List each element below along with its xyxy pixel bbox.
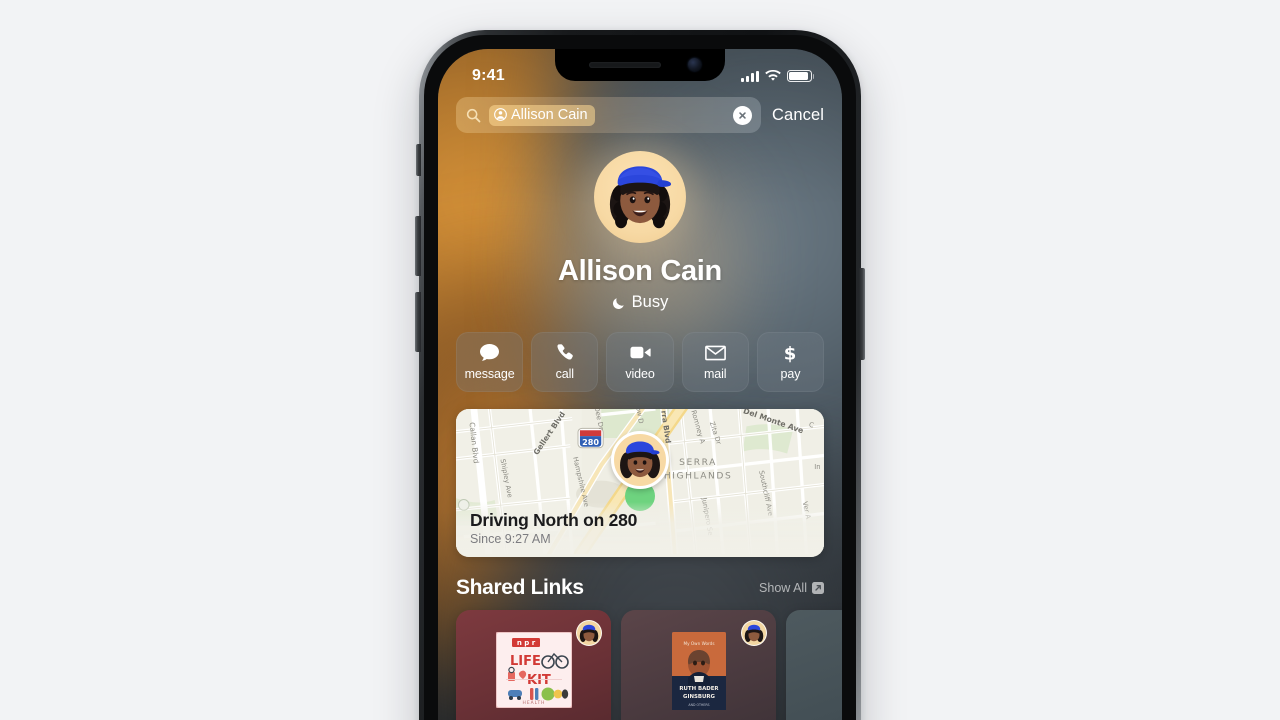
mute-switch[interactable]: [416, 144, 421, 176]
map-card-label: Driving North on 280 Since 9:27 AM: [456, 502, 824, 557]
svg-text:AND OTHERS: AND OTHERS: [688, 703, 709, 707]
book-cover-artwork: My Own Words RUTH BADER GINSBURG AND OTH…: [671, 632, 726, 715]
search-token-label: Allison Cain: [511, 106, 588, 123]
message-bubble-icon: [479, 344, 500, 362]
npr-life-kit-artwork: n p r LIFE KIT HEALTH: [494, 631, 573, 713]
page-title: Allison Cain: [558, 255, 722, 287]
status-bar-time: 9:41: [472, 67, 505, 84]
volume-down-button[interactable]: [415, 292, 421, 352]
front-camera-icon: [688, 58, 701, 71]
svg-text:280: 280: [582, 437, 599, 447]
memoji-avatar: [609, 166, 672, 229]
status-label: Busy: [631, 293, 669, 311]
search-input[interactable]: Allison Cain: [456, 97, 762, 133]
svg-text:GINSBURG: GINSBURG: [683, 694, 715, 700]
svg-text:SERRA: SERRA: [679, 458, 717, 468]
mail-button-label: mail: [703, 366, 727, 381]
clear-circle-icon: [739, 111, 746, 119]
svg-text:HEALTH: HEALTH: [522, 700, 545, 706]
avatar[interactable]: [594, 151, 686, 243]
map-card-subtitle: Since 9:27 AM: [470, 532, 551, 546]
iphone-device-frame: 9:41 Allison Cain Cancel Allison Cain Bu…: [415, 30, 865, 720]
call-button-label: call: [555, 366, 574, 381]
search-bar: Allison Cain Cancel: [438, 97, 842, 133]
pay-button-label: pay: [780, 366, 801, 381]
sender-avatar: [741, 620, 767, 646]
svg-text:n p r: n p r: [516, 639, 535, 647]
status-bar-icons: [741, 70, 815, 82]
profile-header: Allison Cain Busy: [438, 133, 842, 312]
cancel-button[interactable]: Cancel: [772, 106, 824, 125]
location-map-card[interactable]: 280 Callan Blvd Shipley Ave Gellert Blvd…: [456, 409, 824, 557]
phone-icon: [554, 344, 575, 362]
message-button-label: message: [464, 366, 515, 381]
sender-avatar: [576, 620, 602, 646]
shared-link-card[interactable]: SOUR Olivia: [786, 610, 842, 720]
shared-link-card[interactable]: My Own Words RUTH BADER GINSBURG AND OTH…: [621, 610, 776, 720]
shared-link-card[interactable]: n p r LIFE KIT HEALTH: [456, 610, 611, 720]
status-badge: Busy: [438, 293, 842, 312]
video-button-label: video: [625, 366, 655, 381]
power-button[interactable]: [859, 268, 865, 360]
svg-text:RUTH BADER: RUTH BADER: [679, 686, 719, 692]
svg-text:KIT: KIT: [527, 673, 551, 688]
display-notch: [555, 49, 725, 81]
search-token-contact[interactable]: Allison Cain: [489, 104, 595, 126]
shared-links-heading: Shared Links: [456, 576, 584, 599]
mail-button[interactable]: mail: [681, 332, 749, 392]
shared-links-carousel[interactable]: n p r LIFE KIT HEALTH My Own Words RUTH …: [438, 600, 842, 720]
dollar-sign-icon: $: [780, 343, 801, 363]
quick-actions-row: message call video mail $ pay: [438, 312, 842, 392]
battery-full-icon: [787, 70, 815, 82]
svg-text:$: $: [784, 343, 797, 363]
earpiece-speaker-icon: [589, 62, 661, 68]
contact-card-view: Allison Cain Cancel Allison Cain Busy me…: [438, 49, 842, 720]
call-button[interactable]: call: [531, 332, 599, 392]
shared-links-header: Shared Links Show All: [438, 557, 842, 600]
show-all-label: Show All: [759, 581, 807, 595]
svg-text:LIFE: LIFE: [510, 654, 541, 669]
video-button[interactable]: video: [606, 332, 674, 392]
wifi-icon: [765, 70, 781, 81]
video-camera-icon: [629, 344, 651, 362]
volume-up-button[interactable]: [415, 216, 421, 276]
clear-search-button[interactable]: [733, 105, 753, 125]
memoji-map-pin: [611, 431, 669, 489]
svg-text:My Own Words: My Own Words: [683, 641, 714, 646]
cellular-bars-icon: [741, 70, 759, 82]
screenshot-stage: 9:41 Allison Cain Cancel Allison Cain Bu…: [0, 0, 1280, 720]
svg-text:HIGHLANDS: HIGHLANDS: [664, 472, 732, 482]
message-button[interactable]: message: [456, 332, 524, 392]
show-all-button[interactable]: Show All: [759, 581, 824, 595]
phone-screen: 9:41 Allison Cain Cancel Allison Cain Bu…: [438, 49, 842, 720]
open-external-icon: [812, 582, 824, 594]
pay-button[interactable]: $ pay: [756, 332, 825, 392]
contact-icon: [494, 108, 507, 121]
device-bezel: 9:41 Allison Cain Cancel Allison Cain Bu…: [424, 35, 856, 720]
crescent-moon-icon: [612, 297, 624, 309]
search-icon: [466, 108, 481, 122]
map-card-title: Driving North on 280: [470, 510, 638, 530]
envelope-icon: [704, 344, 726, 362]
svg-text:In: In: [814, 463, 820, 471]
